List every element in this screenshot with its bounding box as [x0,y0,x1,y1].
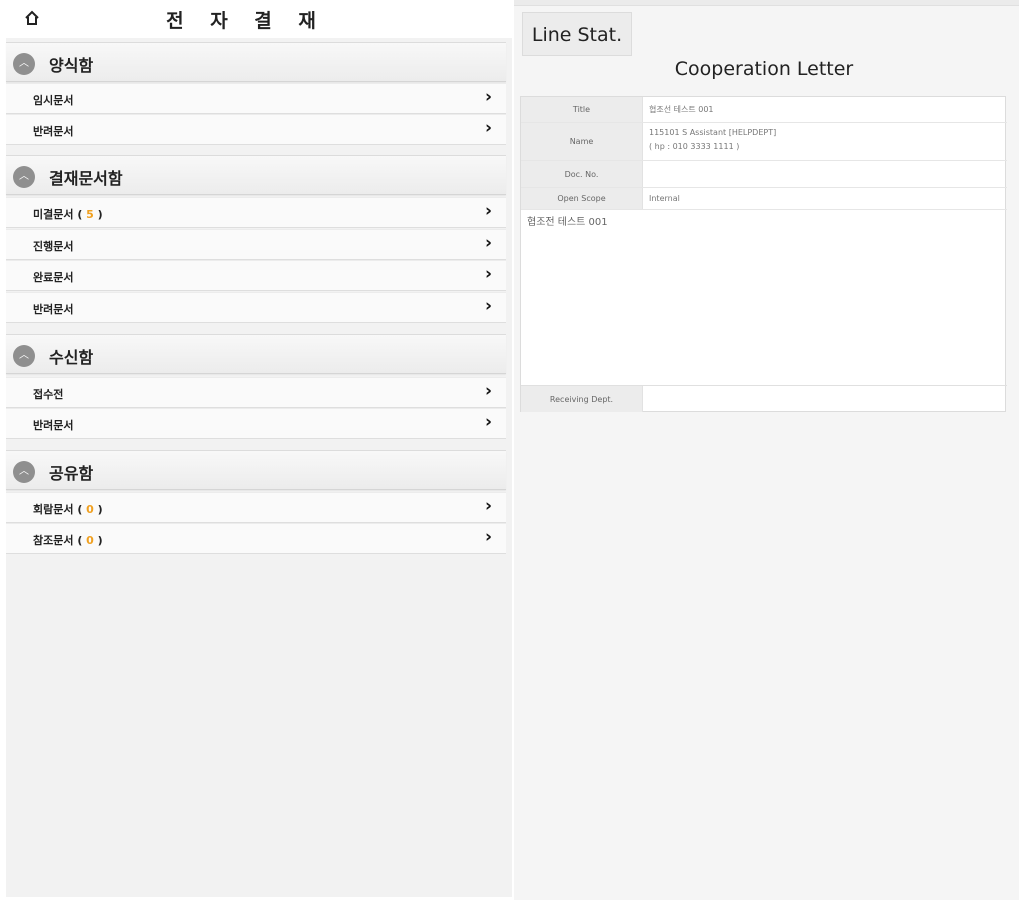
section-header-approval[interactable]: ︿ 결재문서함 [6,155,506,195]
collapse-icon: ︿ [13,461,35,483]
section-header-forms[interactable]: ︿ 양식함 [6,42,506,82]
chevron-right-icon: › [484,118,492,138]
list-item-reference-docs[interactable]: 참조문서 ( 0 ) › [6,523,506,554]
collapse-icon: ︿ [13,166,35,188]
item-label: 참조문서 ( 0 ) [33,534,103,547]
item-count: 0 [86,503,94,516]
section-label: 결재문서함 [49,169,123,188]
chevron-right-icon: › [484,264,492,284]
section-label: 수신함 [49,348,94,367]
list-item-completed-docs[interactable]: 완료문서 › [6,260,506,291]
chevron-right-icon: › [484,496,492,516]
list-item-temp-docs[interactable]: 임시문서 › [6,83,506,114]
list-item-returned-docs[interactable]: 반려문서 › [6,114,506,145]
section-label: 공유함 [49,464,94,483]
item-label: 완료문서 [33,271,74,284]
field-label: Title [521,97,643,122]
collapse-icon: ︿ [13,53,35,75]
field-label: Open Scope [521,188,643,209]
left-panel: 전 자 결 재 ︿ 양식함 임시문서 › 반려문서 › ︿ 결재문서함 미결문서… [6,0,512,897]
chevron-right-icon: › [484,201,492,221]
item-count: 5 [86,208,94,221]
line-status-button[interactable]: Line Stat. [522,12,632,56]
form-row-doc-no: Doc. No. [521,161,1007,188]
section-header-inbox[interactable]: ︿ 수신함 [6,334,506,374]
top-bar: 전 자 결 재 [6,0,512,38]
field-label: Doc. No. [521,161,643,187]
document-panel: Line Stat. Cooperation Letter Title 협조선 … [514,0,1019,900]
chevron-right-icon: › [484,527,492,547]
item-label: 반려문서 [33,303,74,316]
item-label: 미결문서 ( 5 ) [33,208,103,221]
list-item-rejected-docs[interactable]: 반려문서 › [6,292,506,323]
item-label: 반려문서 [33,419,74,432]
document-body: 협조전 테스트 001 [527,217,608,228]
form-row-name: Name 115101 S Assistant [HELPDEPT] ( hp … [521,123,1007,161]
document-title: Cooperation Letter [674,58,854,80]
chevron-right-icon: › [484,87,492,107]
list-item-pending-docs[interactable]: 미결문서 ( 5 ) › [6,197,506,228]
app-title: 전 자 결 재 [166,10,326,32]
item-count: 0 [86,534,94,547]
form-row-title: Title 협조선 테스트 001 [521,97,1007,123]
name-line-2: ( hp : 010 3333 1111 ) [649,142,740,151]
item-label: 회람문서 ( 0 ) [33,503,103,516]
chevron-right-icon: › [484,381,492,401]
list-item-inbox-returned[interactable]: 반려문서 › [6,408,506,439]
section-header-shared[interactable]: ︿ 공유함 [6,450,506,490]
section-label: 양식함 [49,56,94,75]
name-line-1: 115101 S Assistant [HELPDEPT] [649,128,777,137]
form-row-open-scope: Open Scope Internal [521,188,1007,210]
field-label: Receiving Dept. [521,386,643,412]
document-form: Title 협조선 테스트 001 Name 115101 S Assistan… [520,96,1007,412]
list-item-before-receipt[interactable]: 접수전 › [6,377,506,408]
item-label: 접수전 [33,388,64,401]
chevron-right-icon: › [484,412,492,432]
name-value: 115101 S Assistant [HELPDEPT] ( hp : 010… [649,126,776,154]
item-label: 진행문서 [33,240,74,253]
chevron-right-icon: › [484,233,492,253]
title-value: 협조선 테스트 001 [649,105,714,114]
toolbar [514,0,1019,6]
scope-value: Internal [649,194,680,203]
chevron-right-icon: › [484,296,492,316]
list-item-in-progress-docs[interactable]: 진행문서 › [6,229,506,260]
collapse-icon: ︿ [13,345,35,367]
item-label: 임시문서 [33,94,74,107]
form-row-receiving-dept: Receiving Dept. [521,385,1007,412]
list-item-circulation-docs[interactable]: 회람문서 ( 0 ) › [6,492,506,523]
field-label: Name [521,123,643,160]
item-label: 반려문서 [33,125,74,138]
